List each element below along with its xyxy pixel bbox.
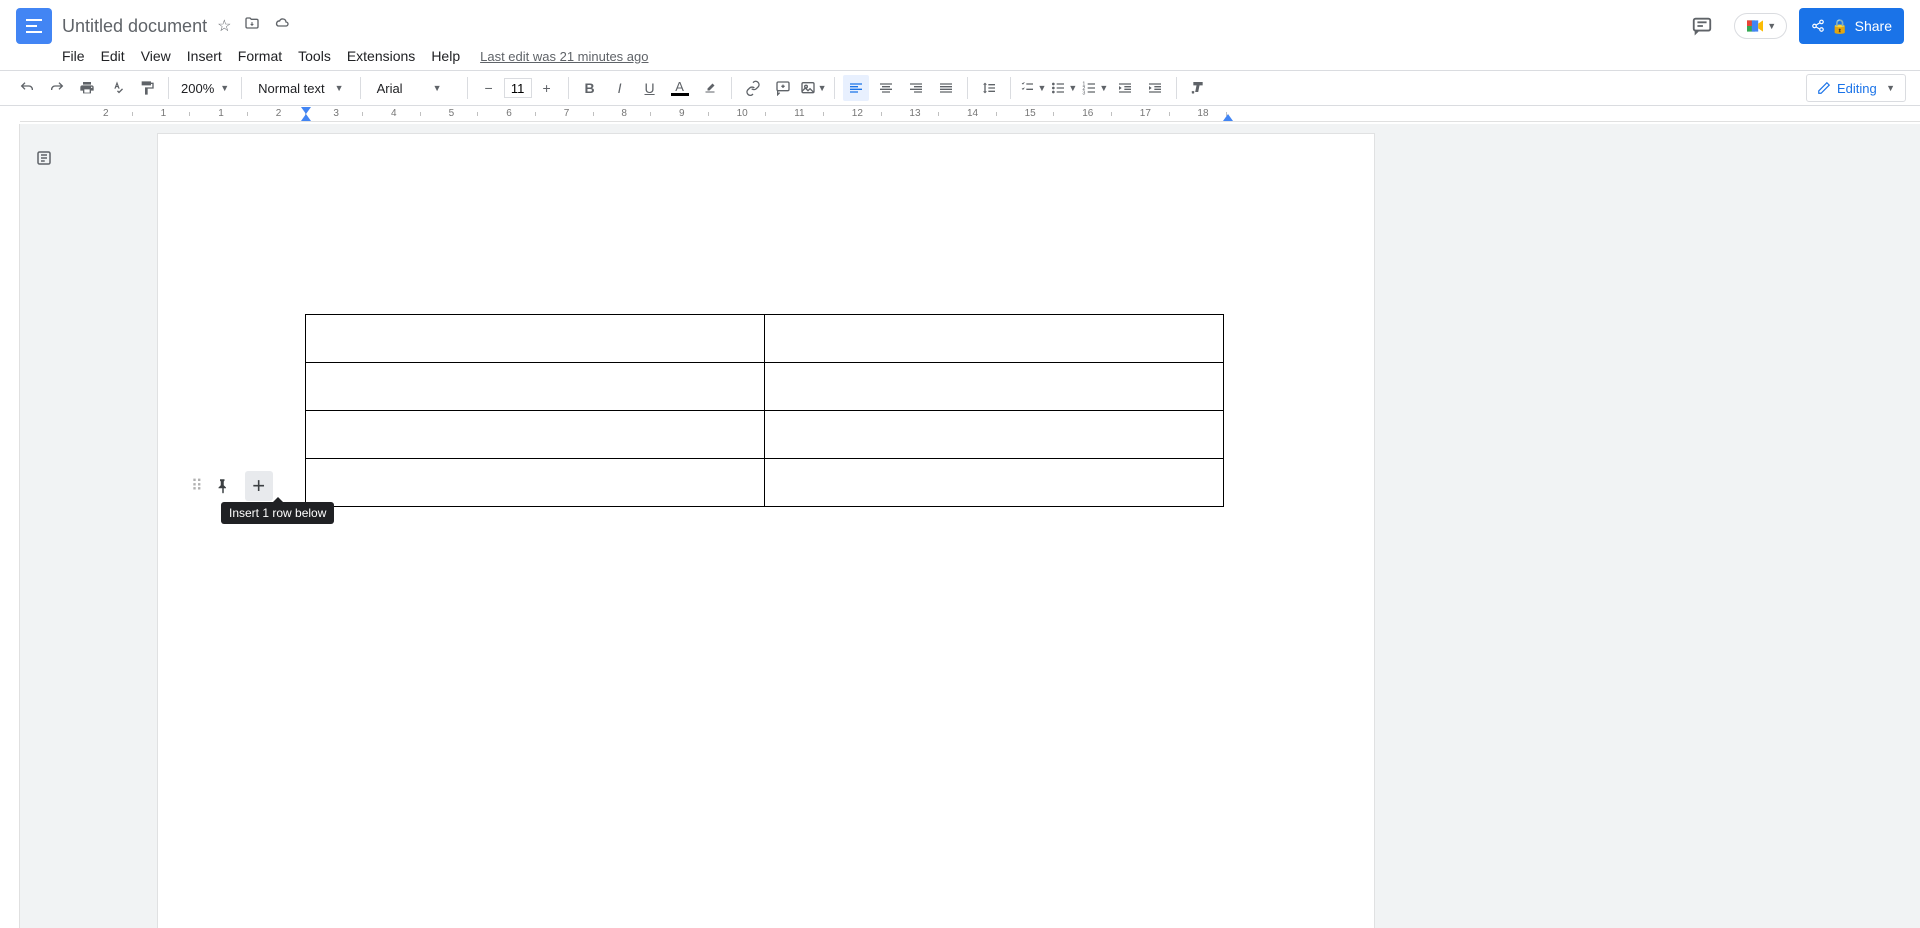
chevron-down-icon: ▼ [1099,83,1108,93]
last-edit-link[interactable]: Last edit was 21 minutes ago [480,49,648,64]
menu-extensions[interactable]: Extensions [341,46,421,66]
underline-button[interactable]: U [637,75,663,101]
increase-indent-button[interactable] [1142,75,1168,101]
chevron-down-icon: ▼ [818,83,827,93]
table-cell[interactable] [765,363,1224,411]
table-cell[interactable] [306,411,765,459]
font-size-input[interactable] [504,78,532,98]
align-right-button[interactable] [903,75,929,101]
editor-area: ⠿ + Insert 1 row below [0,124,1920,928]
decrease-indent-button[interactable] [1112,75,1138,101]
paint-format-button[interactable] [134,75,160,101]
highlight-button[interactable] [697,75,723,101]
share-button[interactable]: 🔒 Share [1799,8,1904,44]
toolbar: 200% ▼ Normal text ▼ Arial ▼ − + B I U A… [0,70,1920,106]
document-table[interactable] [305,314,1224,507]
text-color-button[interactable]: A [667,75,693,101]
decrease-font-button[interactable]: − [476,75,502,101]
insert-comment-button[interactable] [770,75,796,101]
style-value: Normal text [258,81,324,96]
bold-button[interactable]: B [577,75,603,101]
insert-image-button[interactable]: ▼ [800,75,827,101]
chevron-down-icon: ▼ [335,83,344,93]
tooltip-text: Insert 1 row below [229,506,326,520]
font-value: Arial [377,81,403,96]
numbered-list-button[interactable]: 123▼ [1081,75,1108,101]
move-icon[interactable] [243,16,261,36]
comment-history-icon[interactable] [1682,6,1722,46]
menu-file[interactable]: File [56,46,91,66]
insert-row-tooltip: Insert 1 row below [221,502,334,524]
share-label: Share [1855,18,1892,34]
font-select[interactable]: Arial ▼ [369,81,459,96]
show-outline-button[interactable] [30,144,58,172]
pin-row-button[interactable] [209,471,237,501]
document-page[interactable] [158,134,1374,928]
font-size-control: − + [476,75,560,101]
meet-button[interactable]: ▼ [1734,13,1787,39]
editing-mode-label: Editing [1837,81,1877,96]
document-title[interactable]: Untitled document [62,16,207,37]
titlebar: Untitled document ☆ ▼ 🔒 Share [0,0,1920,44]
menu-edit[interactable]: Edit [95,46,131,66]
star-icon[interactable]: ☆ [217,16,231,36]
align-left-button[interactable] [843,75,869,101]
redo-button[interactable] [44,75,70,101]
drag-handle-icon[interactable]: ⠿ [191,476,201,496]
menu-view[interactable]: View [135,46,177,66]
table-cell[interactable] [765,411,1224,459]
table-cell[interactable] [306,459,765,507]
table-row-controls: ⠿ + [191,471,273,501]
checklist-button[interactable]: ▼ [1019,75,1046,101]
clear-formatting-button[interactable] [1185,75,1211,101]
align-justify-button[interactable] [933,75,959,101]
menu-insert[interactable]: Insert [181,46,228,66]
menu-help[interactable]: Help [425,46,466,66]
zoom-select[interactable]: 200% ▼ [177,81,233,96]
line-spacing-button[interactable] [976,75,1002,101]
chevron-down-icon: ▼ [220,83,229,93]
menu-tools[interactable]: Tools [292,46,337,66]
chevron-down-icon: ▼ [1767,21,1776,31]
table-row[interactable] [306,411,1224,459]
table-row[interactable] [306,363,1224,411]
zoom-value: 200% [181,81,214,96]
spellcheck-button[interactable] [104,75,130,101]
menu-format[interactable]: Format [232,46,288,66]
undo-button[interactable] [14,75,40,101]
italic-button[interactable]: I [607,75,633,101]
paragraph-style-select[interactable]: Normal text ▼ [250,81,351,96]
chevron-down-icon: ▼ [1037,83,1046,93]
increase-font-button[interactable]: + [534,75,560,101]
table-row[interactable] [306,459,1224,507]
table-cell[interactable] [306,315,765,363]
menubar: File Edit View Insert Format Tools Exten… [0,44,1920,70]
table-row[interactable] [306,315,1224,363]
table-cell[interactable] [765,315,1224,363]
chevron-down-icon: ▼ [433,83,442,93]
insert-row-button[interactable]: + [245,471,273,501]
chevron-down-icon: ▼ [1886,83,1895,93]
cloud-icon[interactable] [273,16,291,36]
align-center-button[interactable] [873,75,899,101]
vertical-ruler [0,124,20,928]
editing-mode-button[interactable]: Editing ▼ [1806,74,1906,102]
horizontal-ruler[interactable]: 21123456789101112131415161718 [20,106,1920,122]
table-cell[interactable] [306,363,765,411]
print-button[interactable] [74,75,100,101]
table-cell[interactable] [765,459,1224,507]
chevron-down-icon: ▼ [1068,83,1077,93]
svg-text:3: 3 [1083,91,1086,96]
docs-logo[interactable] [16,8,52,44]
insert-link-button[interactable] [740,75,766,101]
bulleted-list-button[interactable]: ▼ [1050,75,1077,101]
